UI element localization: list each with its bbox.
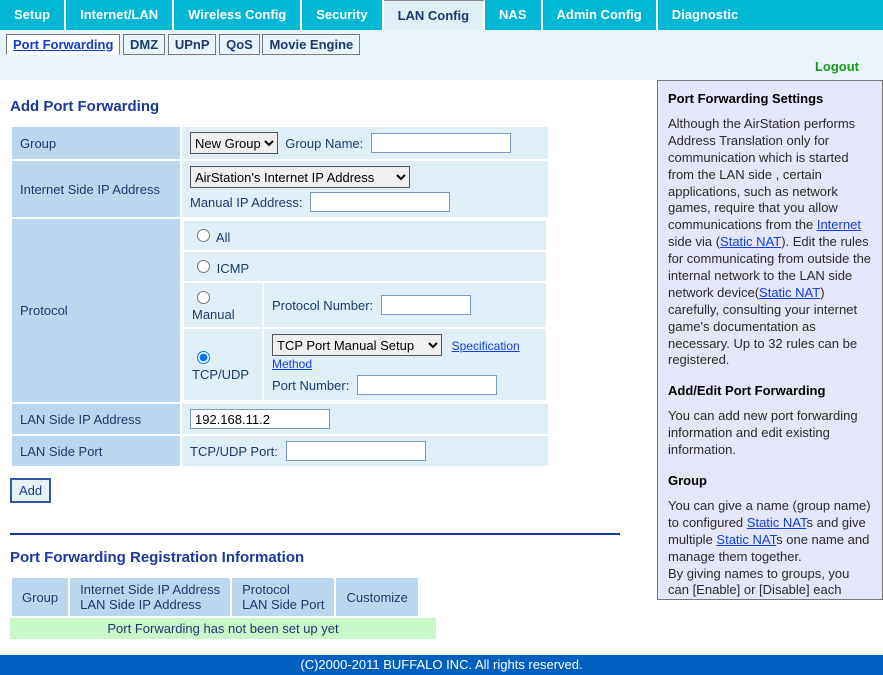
help-p1: Although the AirStation performs Address…: [668, 116, 872, 369]
protocol-all-radio[interactable]: [197, 229, 210, 242]
tcp-port-select[interactable]: TCP Port Manual Setup: [272, 334, 442, 356]
registration-table: Group Internet Side IP AddressLAN Side I…: [10, 576, 420, 618]
group-label: Group: [11, 126, 181, 160]
add-button[interactable]: Add: [10, 478, 51, 503]
help-p2: You can add new port forwarding informat…: [668, 408, 872, 459]
internet-ip-select[interactable]: AirStation's Internet IP Address: [190, 166, 410, 188]
help-link-static-nat-1[interactable]: Static NAT: [720, 234, 781, 249]
tab-wireless-config[interactable]: Wireless Config: [174, 0, 302, 30]
tab-admin-config[interactable]: Admin Config: [543, 0, 658, 30]
subtab-port-forwarding[interactable]: Port Forwarding: [6, 34, 120, 55]
help-link-internet[interactable]: Internet: [817, 217, 861, 232]
sub-nav: Port Forwarding DMZ UPnP QoS Movie Engin…: [0, 30, 883, 57]
add-port-forwarding-title: Add Port Forwarding: [10, 98, 647, 115]
subtab-qos[interactable]: QoS: [219, 34, 260, 55]
protocol-manual-radio[interactable]: [197, 291, 210, 304]
help-link-static-nat-3[interactable]: Static NAT: [747, 515, 807, 530]
help-p3: You can give a name (group name) to conf…: [668, 498, 872, 600]
not-setup-message: Port Forwarding has not been set up yet: [10, 618, 436, 639]
tab-security[interactable]: Security: [302, 0, 383, 30]
port-number-input[interactable]: [357, 375, 497, 395]
tab-nas[interactable]: NAS: [485, 0, 542, 30]
group-name-input[interactable]: [371, 133, 511, 153]
lan-ip-input[interactable]: [190, 409, 330, 429]
tab-lan-config[interactable]: LAN Config: [384, 0, 485, 30]
reg-col-group: Group: [11, 577, 69, 617]
help-link-static-nat-2[interactable]: Static NAT: [759, 285, 820, 300]
lan-port-label: LAN Side Port: [11, 435, 181, 467]
registration-info-title: Port Forwarding Registration Information: [10, 549, 647, 566]
protocol-tcpudp-radio[interactable]: [197, 351, 210, 364]
protocol-number-label: Protocol Number:: [272, 298, 373, 313]
help-link-static-nat-4[interactable]: Static NAT: [716, 532, 776, 547]
lan-ip-label: LAN Side IP Address: [11, 403, 181, 435]
help-heading-group: Group: [668, 473, 872, 488]
reg-col-customize: Customize: [335, 577, 418, 617]
divider: [10, 533, 620, 535]
protocol-icmp-radio[interactable]: [197, 260, 210, 273]
group-name-label: Group Name:: [285, 136, 363, 151]
port-number-label: Port Number:: [272, 378, 349, 393]
group-select[interactable]: New Group: [190, 132, 278, 154]
tcpudp-port-input[interactable]: [286, 441, 426, 461]
protocol-number-input[interactable]: [381, 295, 471, 315]
logout-link[interactable]: Logout: [815, 59, 859, 74]
tab-internet-lan[interactable]: Internet/LAN: [66, 0, 174, 30]
help-panel[interactable]: Port Forwarding Settings Although the Ai…: [657, 80, 883, 600]
logout-row: Logout: [0, 57, 883, 80]
protocol-tcpudp-label: TCP/UDP: [192, 367, 249, 382]
port-forwarding-form: Group New Group Group Name: Internet Sid…: [10, 125, 550, 468]
footer: (C)2000-2011 BUFFALO INC. All rights res…: [0, 655, 883, 675]
subtab-upnp[interactable]: UPnP: [168, 34, 217, 55]
protocol-label: Protocol: [11, 218, 181, 403]
reg-col-ip: Internet Side IP AddressLAN Side IP Addr…: [69, 577, 231, 617]
tcpudp-port-label: TCP/UDP Port:: [190, 444, 278, 459]
tab-diagnostic[interactable]: Diagnostic: [658, 0, 752, 30]
manual-ip-input[interactable]: [310, 192, 450, 212]
help-heading-settings: Port Forwarding Settings: [668, 91, 872, 106]
main-content: Add Port Forwarding Group New Group Grou…: [0, 80, 657, 649]
subtab-dmz[interactable]: DMZ: [123, 34, 165, 55]
protocol-all-label: All: [216, 230, 230, 245]
reg-col-protocol: ProtocolLAN Side Port: [231, 577, 335, 617]
help-heading-addedit: Add/Edit Port Forwarding: [668, 383, 872, 398]
manual-ip-label: Manual IP Address:: [190, 195, 303, 210]
internet-ip-label: Internet Side IP Address: [11, 160, 181, 218]
protocol-icmp-label: ICMP: [217, 261, 250, 276]
subtab-movie-engine[interactable]: Movie Engine: [262, 34, 360, 55]
top-nav: Setup Internet/LAN Wireless Config Secur…: [0, 0, 883, 30]
tab-setup[interactable]: Setup: [0, 0, 66, 30]
protocol-manual-label: Manual: [192, 307, 235, 322]
